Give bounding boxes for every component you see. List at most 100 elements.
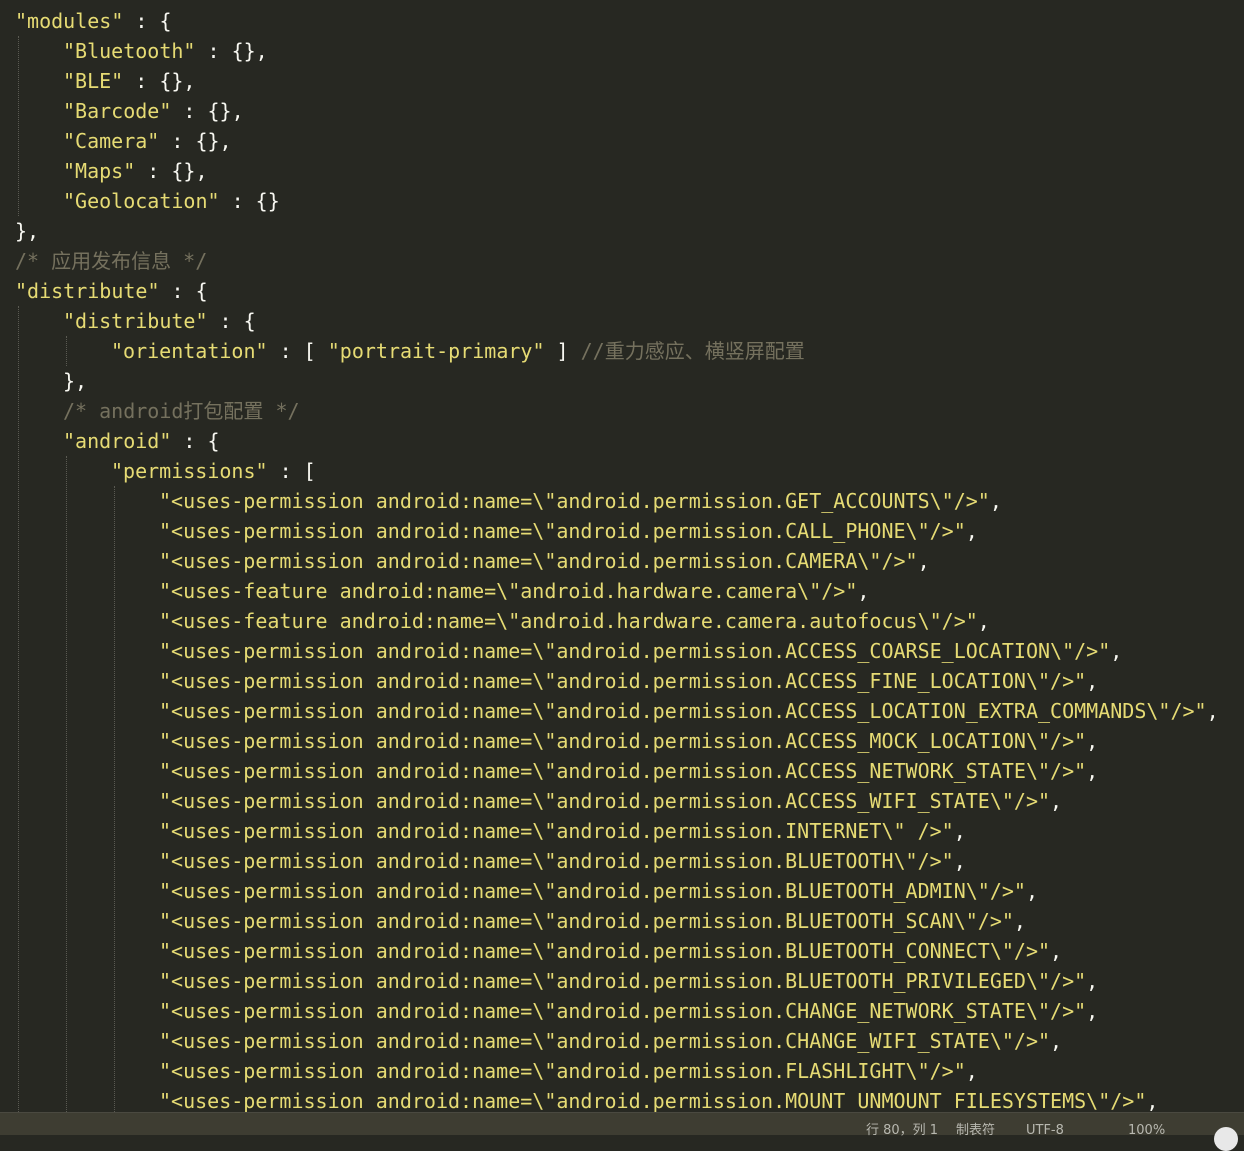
code-line[interactable]: /* 应用发布信息 */ [15, 246, 207, 276]
code-punctuation: : [ [267, 339, 328, 363]
code-line[interactable]: "modules" : { [15, 6, 172, 36]
code-line[interactable]: "<uses-permission android:name=\"android… [159, 1026, 1062, 1056]
code-line[interactable]: "distribute" : { [15, 276, 208, 306]
code-string: "<uses-permission android:name=\"android… [159, 1059, 966, 1083]
indentation-setting[interactable]: 制表符 [956, 1124, 995, 1138]
code-line[interactable]: "Camera" : {}, [63, 126, 232, 156]
code-string: "<uses-permission android:name=\"android… [159, 699, 1207, 723]
code-string: "distribute" [15, 279, 160, 303]
code-line[interactable]: "<uses-permission android:name=\"android… [159, 516, 978, 546]
notification-icon[interactable] [1214, 1127, 1238, 1151]
code-punctuation: , [1025, 879, 1038, 903]
code-punctuation: : { [123, 9, 172, 33]
code-line[interactable]: "<uses-permission android:name=\"android… [159, 996, 1098, 1026]
code-string: "<uses-permission android:name=\"android… [159, 939, 1051, 963]
code-punctuation: , [1050, 939, 1063, 963]
code-string: "Barcode" [63, 99, 172, 123]
code-line[interactable]: "<uses-permission android:name=\"android… [159, 936, 1062, 966]
code-line[interactable]: "Bluetooth" : {}, [63, 36, 268, 66]
code-string: "<uses-permission android:name=\"android… [159, 1029, 1051, 1053]
code-string: "<uses-permission android:name=\"android… [159, 879, 1026, 903]
code-line[interactable]: "<uses-permission android:name=\"android… [159, 636, 1122, 666]
code-string: "Maps" [63, 159, 136, 183]
code-punctuation: , [1110, 639, 1123, 663]
code-punctuation: : {}, [195, 39, 268, 63]
code-string: "<uses-feature android:name=\"android.ha… [159, 579, 858, 603]
code-line[interactable]: "distribute" : { [63, 306, 256, 336]
code-string: "Bluetooth" [63, 39, 196, 63]
code-line[interactable]: "<uses-feature android:name=\"android.ha… [159, 606, 990, 636]
code-line[interactable]: "android" : { [63, 426, 220, 456]
code-punctuation: , [1086, 969, 1099, 993]
code-punctuation: , [1086, 669, 1099, 693]
code-punctuation: , [965, 1059, 978, 1083]
encoding-label[interactable]: UTF-8 [1026, 1124, 1064, 1138]
code-line[interactable]: "<uses-permission android:name=\"android… [159, 546, 930, 576]
code-punctuation: : {}, [159, 129, 232, 153]
code-punctuation: : { [159, 279, 208, 303]
code-punctuation: : {}, [123, 69, 196, 93]
code-punctuation: , [1146, 1089, 1159, 1112]
code-line[interactable]: "<uses-permission android:name=\"android… [159, 1056, 978, 1086]
code-punctuation: , [857, 579, 870, 603]
code-string: "<uses-permission android:name=\"android… [159, 849, 954, 873]
code-punctuation: : { [207, 309, 256, 333]
code-string: "<uses-permission android:name=\"android… [159, 909, 1014, 933]
cursor-position[interactable]: 行 80，列 1 [866, 1124, 938, 1138]
code-punctuation: , [1086, 999, 1099, 1023]
code-line[interactable]: "<uses-permission android:name=\"android… [159, 696, 1219, 726]
code-line[interactable]: "BLE" : {}, [63, 66, 195, 96]
code-line[interactable]: "<uses-permission android:name=\"android… [159, 756, 1098, 786]
code-line[interactable]: }, [63, 366, 87, 396]
code-string: "<uses-permission android:name=\"android… [159, 669, 1087, 693]
code-string: "<uses-permission android:name=\"android… [159, 549, 918, 573]
code-line[interactable]: "<uses-permission android:name=\"android… [159, 786, 1062, 816]
code-line[interactable]: "<uses-permission android:name=\"android… [159, 966, 1098, 996]
code-comment: /* android打包配置 */ [63, 399, 300, 423]
code-string: "<uses-permission android:name=\"android… [159, 819, 954, 843]
code-punctuation: , [1050, 1029, 1063, 1053]
code-punctuation: , [965, 519, 978, 543]
code-line[interactable]: "<uses-permission android:name=\"android… [159, 906, 1026, 936]
code-line[interactable]: "Barcode" : {}, [63, 96, 244, 126]
code-string: "distribute" [63, 309, 208, 333]
code-string: "BLE" [63, 69, 124, 93]
code-punctuation: , [953, 849, 966, 873]
code-punctuation: , [1013, 909, 1026, 933]
code-punctuation: , [1050, 789, 1063, 813]
code-punctuation: , [989, 489, 1002, 513]
code-string: "<uses-permission android:name=\"android… [159, 639, 1111, 663]
code-line[interactable]: "<uses-permission android:name=\"android… [159, 846, 966, 876]
code-punctuation: : {} [219, 189, 280, 213]
code-line[interactable]: "<uses-permission android:name=\"android… [159, 1086, 1158, 1112]
code-string: "<uses-permission android:name=\"android… [159, 999, 1087, 1023]
code-punctuation: : { [171, 429, 220, 453]
code-line[interactable]: "<uses-permission android:name=\"android… [159, 876, 1038, 906]
code-line[interactable]: "<uses-permission android:name=\"android… [159, 666, 1098, 696]
indent-guide [18, 306, 19, 1112]
code-line[interactable]: "orientation" : [ "portrait-primary" ] /… [111, 336, 805, 366]
code-comment: //重力感应、横竖屏配置 [580, 339, 805, 363]
code-punctuation: , [953, 819, 966, 843]
code-punctuation: , [977, 609, 990, 633]
code-punctuation: , [1206, 699, 1219, 723]
code-punctuation: }, [15, 219, 40, 243]
zoom-level[interactable]: 100% [1128, 1124, 1165, 1138]
code-string: "<uses-permission android:name=\"android… [159, 489, 990, 513]
code-string: "<uses-permission android:name=\"android… [159, 519, 966, 543]
code-line[interactable]: "<uses-permission android:name=\"android… [159, 486, 1002, 516]
code-string: "<uses-permission android:name=\"android… [159, 1089, 1147, 1112]
code-punctuation: , [1086, 729, 1099, 753]
code-line[interactable]: }, [15, 216, 39, 246]
code-line[interactable]: "Geolocation" : {} [63, 186, 280, 216]
code-line[interactable]: "<uses-feature android:name=\"android.ha… [159, 576, 869, 606]
code-string: "Camera" [63, 129, 160, 153]
code-line[interactable]: "permissions" : [ [111, 456, 316, 486]
code-string: "Geolocation" [63, 189, 220, 213]
code-line[interactable]: "<uses-permission android:name=\"android… [159, 816, 966, 846]
code-line[interactable]: "Maps" : {}, [63, 156, 208, 186]
code-line[interactable]: /* android打包配置 */ [63, 396, 300, 426]
indent-guide [66, 336, 67, 366]
code-line[interactable]: "<uses-permission android:name=\"android… [159, 726, 1098, 756]
code-editor[interactable]: "modules" : {"Bluetooth" : {}, "BLE" : {}… [0, 0, 1244, 1112]
